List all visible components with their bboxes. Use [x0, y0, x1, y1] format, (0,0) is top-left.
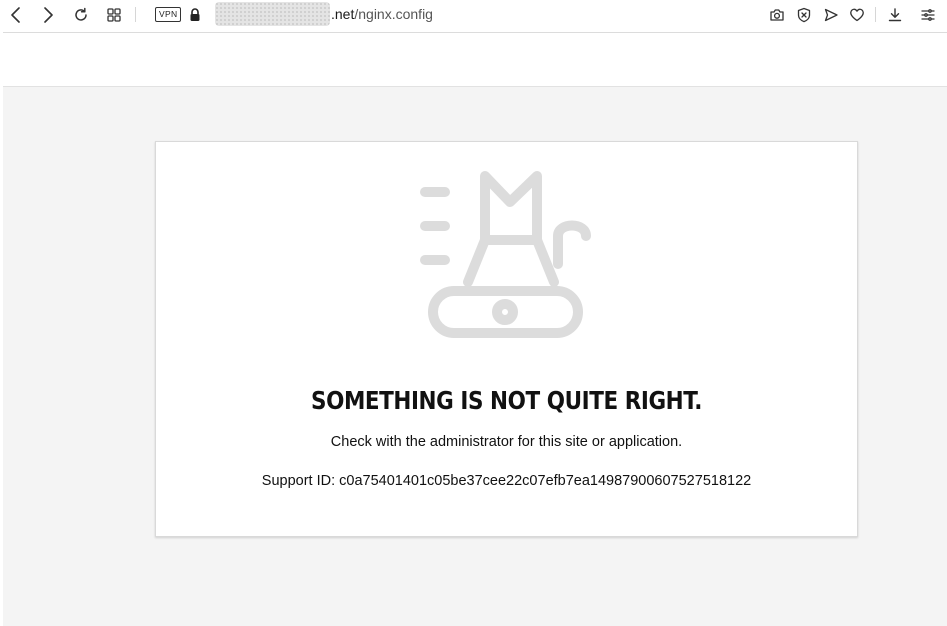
toolbar-divider	[135, 7, 136, 22]
error-headline: SOMETHING IS NOT QUITE RIGHT.	[311, 386, 702, 415]
send-icon[interactable]	[820, 4, 842, 26]
address-bar-url[interactable]: .net/nginx.config	[331, 6, 433, 22]
toolbar-divider	[875, 7, 876, 22]
menu-icon[interactable]	[917, 4, 939, 26]
url-path: /nginx.config	[354, 6, 433, 22]
page-header-strip	[3, 33, 947, 87]
url-blurred-host[interactable]	[215, 2, 330, 26]
cat-on-skateboard-icon	[418, 164, 598, 344]
vpn-badge[interactable]: VPN	[155, 7, 182, 22]
back-icon[interactable]	[5, 4, 27, 26]
tabs-grid-icon[interactable]	[103, 4, 125, 26]
shield-x-icon[interactable]	[793, 4, 815, 26]
lock-icon[interactable]	[184, 4, 206, 26]
forward-icon[interactable]	[37, 4, 59, 26]
page-viewport: SOMETHING IS NOT QUITE RIGHT. Check with…	[3, 32, 947, 626]
download-icon[interactable]	[884, 4, 906, 26]
browser-toolbar: VPN .net/nginx.config	[0, 0, 947, 30]
support-id: Support ID: c0a75401401c05be37cee22c07ef…	[261, 473, 752, 489]
url-domain: .net	[331, 6, 355, 22]
error-card: SOMETHING IS NOT QUITE RIGHT. Check with…	[155, 141, 858, 537]
camera-icon[interactable]	[766, 4, 788, 26]
heart-icon[interactable]	[846, 4, 868, 26]
error-message: Check with the administrator for this si…	[330, 434, 683, 450]
reload-icon[interactable]	[70, 4, 92, 26]
